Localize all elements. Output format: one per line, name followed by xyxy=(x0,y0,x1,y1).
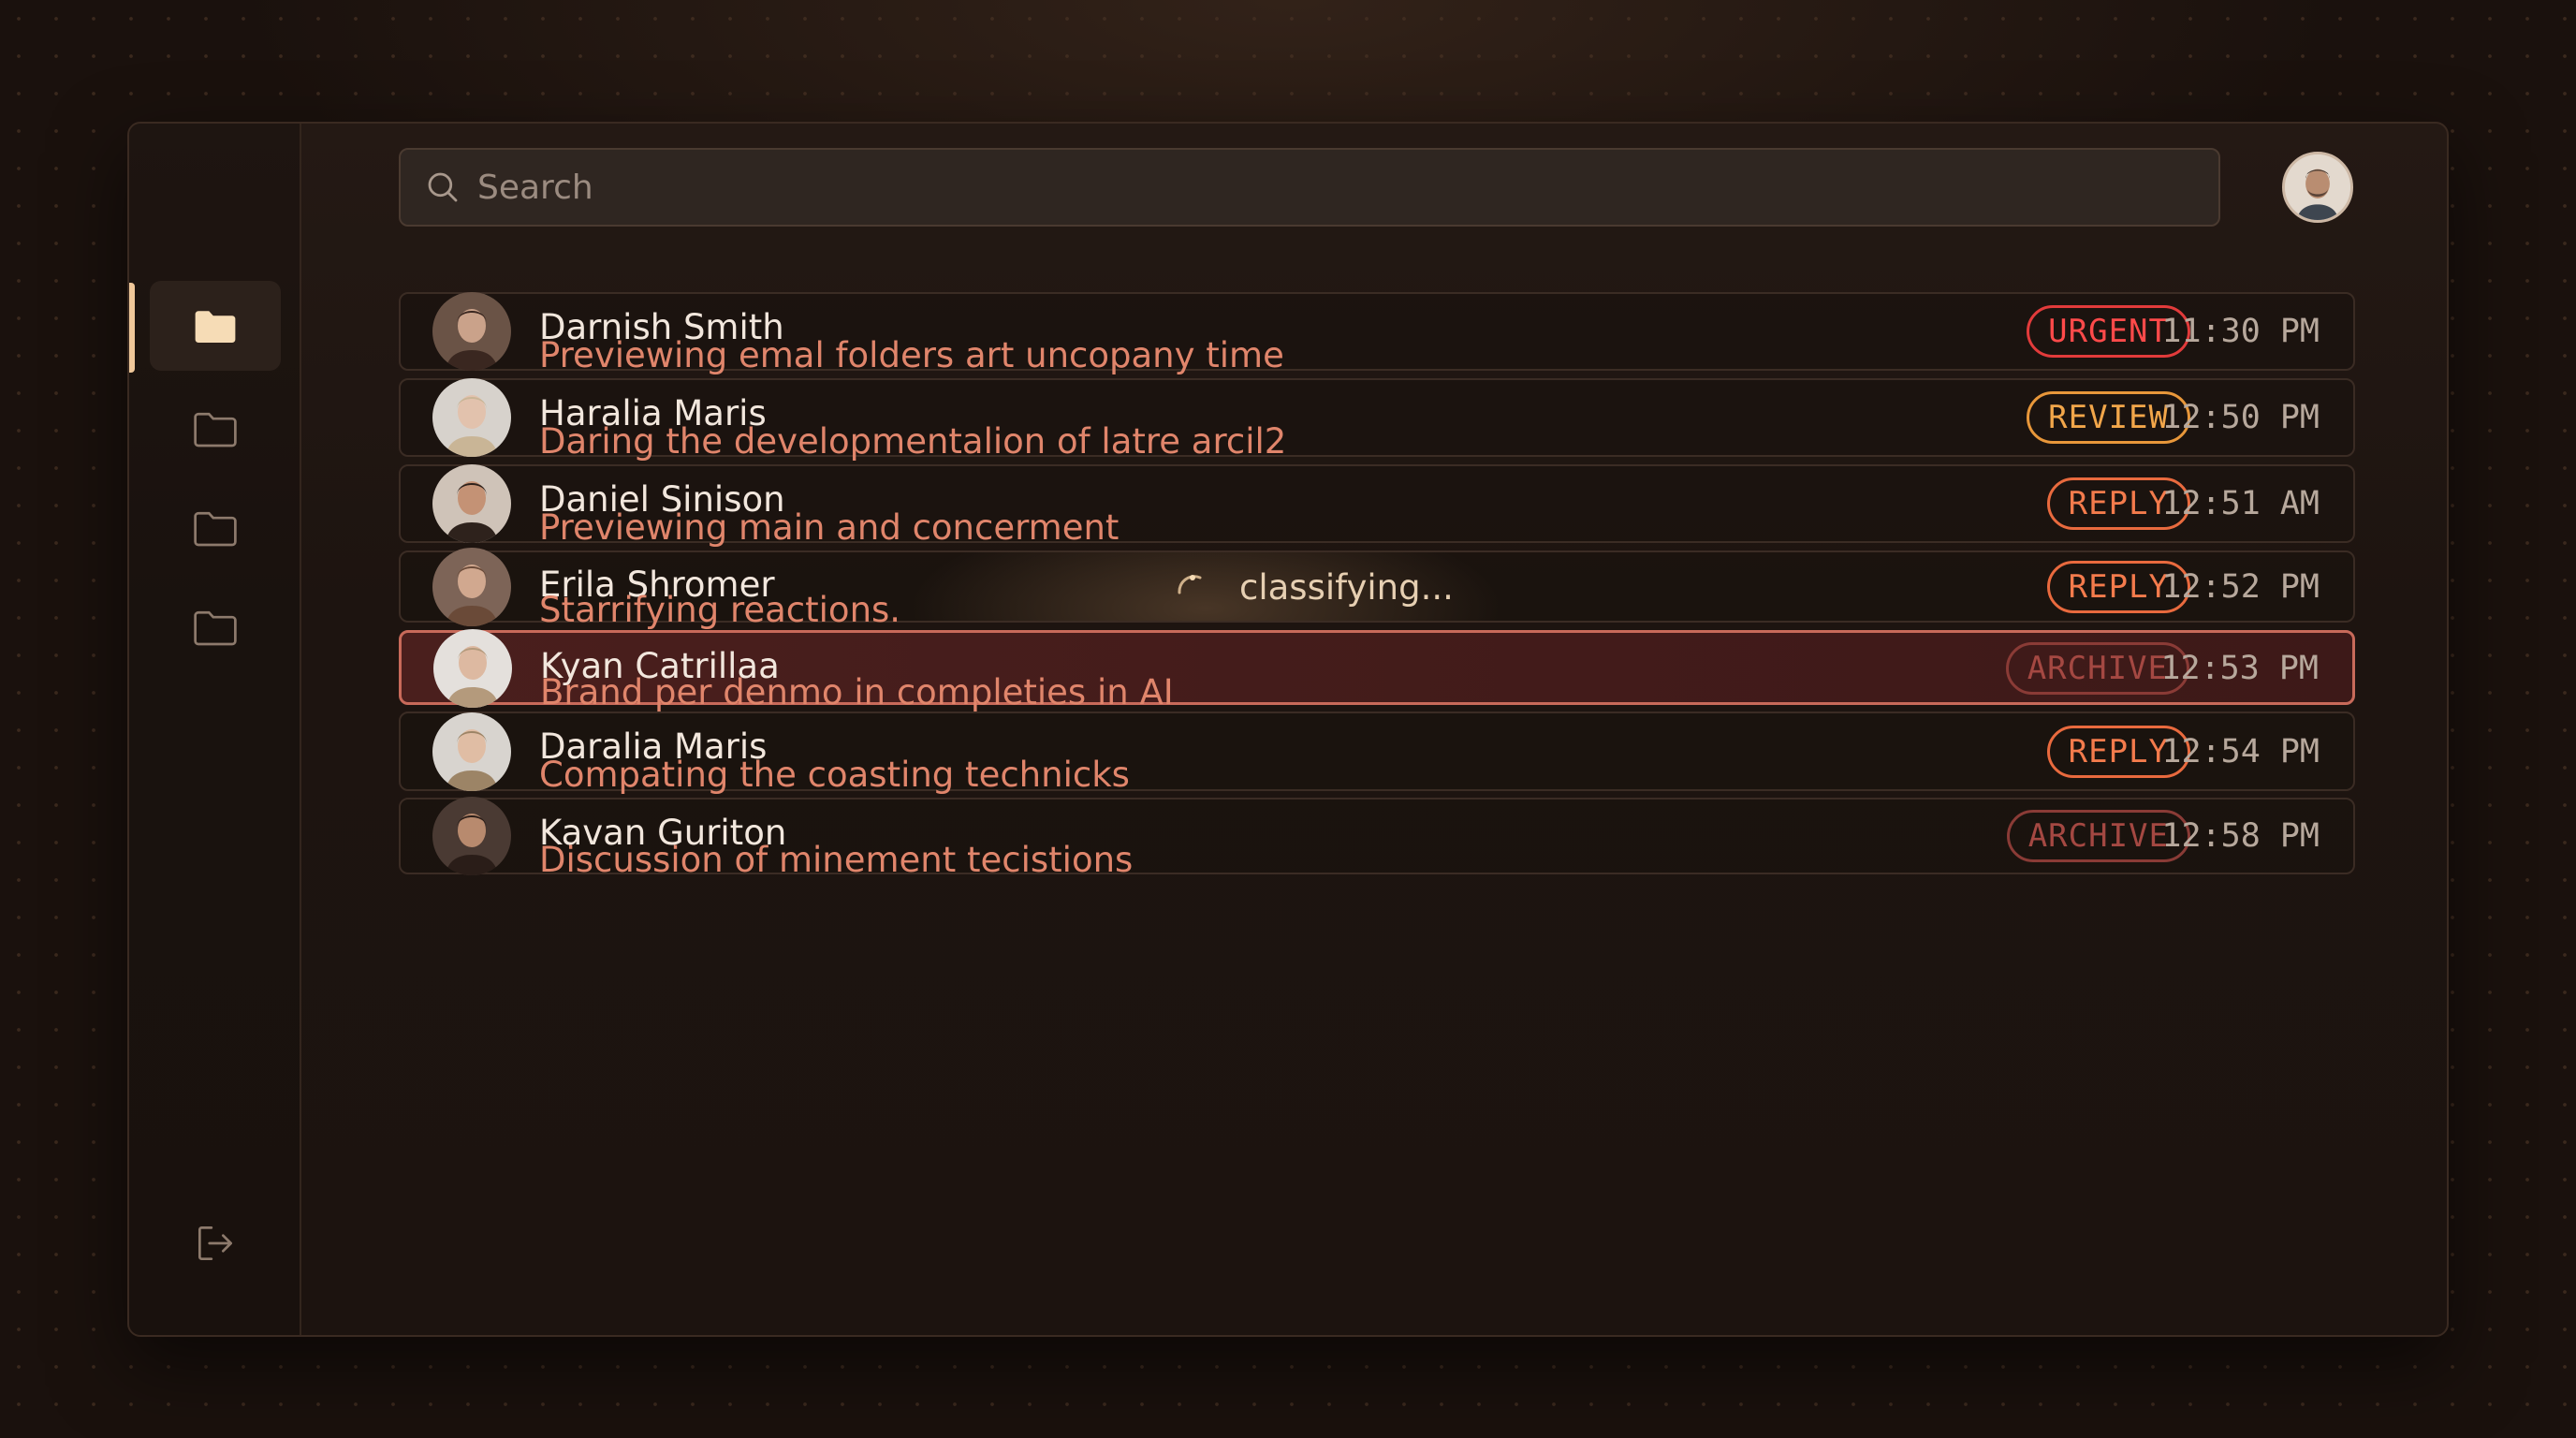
mail-app-window: Darnish SmithPreviewing emal folders art… xyxy=(127,122,2449,1337)
sender-avatar xyxy=(432,712,511,791)
folder-icon xyxy=(194,610,237,646)
email-time: 12:58 PM xyxy=(2161,817,2320,855)
email-preview: Discussion of minement tecistions xyxy=(539,840,1134,880)
user-avatar-image xyxy=(2285,154,2350,220)
spinner-icon xyxy=(1178,575,1202,594)
sender-avatar xyxy=(432,797,511,875)
sender-avatar xyxy=(432,548,511,626)
email-preview: Previewing emal folders art uncopany tim… xyxy=(539,335,1284,375)
logout-button[interactable] xyxy=(150,1198,281,1288)
sender-avatar xyxy=(432,464,511,543)
folder-icon xyxy=(194,511,237,547)
sidebar-item-folder-2[interactable] xyxy=(150,384,281,474)
active-indicator xyxy=(129,283,135,373)
sender-avatar xyxy=(432,378,511,457)
sender-avatar xyxy=(433,629,512,708)
sidebar xyxy=(129,124,301,1335)
email-preview: Previewing main and concerment xyxy=(539,507,1120,548)
sidebar-item-folder-4[interactable] xyxy=(150,582,281,672)
email-preview: Starrifying reactions. xyxy=(539,590,901,630)
search-input[interactable] xyxy=(477,159,2162,215)
email-row[interactable]: Daralia Maris Compating the coasting tech… xyxy=(399,712,2355,795)
sidebar-item-folder-3[interactable] xyxy=(150,483,281,573)
user-avatar[interactable] xyxy=(2282,152,2353,223)
search-bar[interactable] xyxy=(399,148,2220,227)
email-row[interactable]: Kavan Guriton Discussion of minement teci… xyxy=(399,797,2355,880)
email-preview: Brand per denmo in completies in AI xyxy=(540,672,1174,712)
email-time: 11:30 PM xyxy=(2161,313,2320,350)
logout-icon xyxy=(198,1225,233,1261)
email-row[interactable]: Kyan Catrillaa Brand per denmo in complet… xyxy=(399,629,2355,712)
search-icon xyxy=(428,172,458,202)
email-row[interactable]: Erila Shromer Starrifying reactions. class… xyxy=(399,548,2355,630)
email-time: 12:50 PM xyxy=(2161,399,2320,436)
email-time: 12:51 AM xyxy=(2161,485,2320,522)
email-preview: Daring the developmentalion of latre arc… xyxy=(539,421,1287,462)
email-time: 12:53 PM xyxy=(2160,650,2319,687)
email-row[interactable]: Darnish Smith Previewing emal folders art… xyxy=(399,292,2355,375)
folder-filled-icon xyxy=(195,311,236,343)
folder-icon xyxy=(194,412,237,448)
email-row[interactable]: Daniel Sinison Previewing main and concer… xyxy=(399,464,2355,548)
classifying-status: classifying... xyxy=(1172,566,1454,608)
email-preview: Compating the coasting technicks xyxy=(539,755,1130,795)
classifying-label: classifying... xyxy=(1239,566,1454,608)
sender-avatar xyxy=(432,292,511,371)
email-row[interactable]: Haralia Maris Daring the developmentalion… xyxy=(399,378,2355,462)
sidebar-item-inbox[interactable] xyxy=(150,281,281,371)
email-time: 12:54 PM xyxy=(2161,733,2320,770)
email-time: 12:52 PM xyxy=(2161,568,2320,606)
